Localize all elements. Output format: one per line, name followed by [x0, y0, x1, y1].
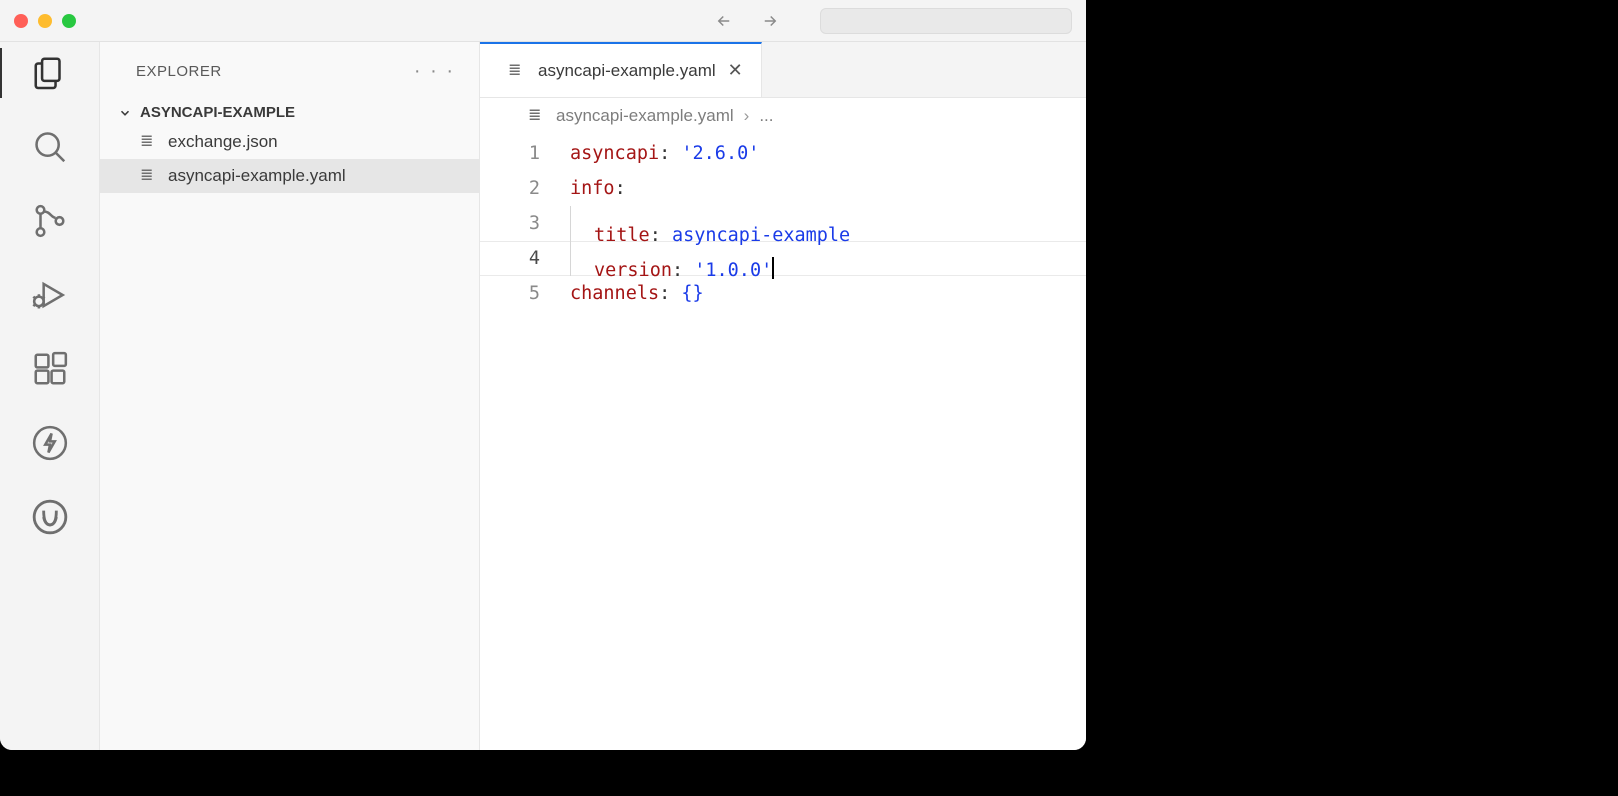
folder-root-label: ASYNCAPI-EXAMPLE	[140, 104, 295, 121]
line-number: 1	[480, 136, 570, 171]
chevron-down-icon	[118, 106, 132, 120]
code-line: 1 asyncapi: '2.6.0'	[480, 136, 1086, 171]
line-number: 4	[480, 241, 570, 276]
file-icon: ≣	[528, 108, 546, 124]
code-line: 5 channels: {}	[480, 276, 1086, 311]
tab-asyncapi-example[interactable]: ≣ asyncapi-example.yaml ✕	[480, 42, 762, 97]
titlebar	[0, 0, 1086, 42]
breadcrumb-more: ...	[759, 106, 773, 126]
explorer-title: EXPLORER	[136, 63, 222, 80]
nav-back-icon[interactable]	[715, 12, 733, 30]
breadcrumb[interactable]: ≣ asyncapi-example.yaml › ...	[480, 98, 1086, 134]
code-line: 3 title: asyncapi-example	[480, 206, 1086, 241]
code-line: 2 info:	[480, 171, 1086, 206]
window-controls	[14, 14, 76, 28]
line-number: 5	[480, 276, 570, 311]
lightning-icon[interactable]	[31, 424, 69, 462]
file-label: exchange.json	[168, 132, 278, 152]
run-debug-icon[interactable]	[31, 276, 69, 314]
chevron-right-icon: ›	[744, 106, 750, 126]
code-editor[interactable]: 1 asyncapi: '2.6.0' 2 info: 3 title: asy…	[480, 134, 1086, 750]
explorer-more-icon[interactable]: · · ·	[414, 60, 455, 83]
mulesoft-icon[interactable]	[31, 498, 69, 536]
maximize-window-button[interactable]	[62, 14, 76, 28]
close-icon[interactable]: ✕	[728, 60, 743, 81]
file-exchange-json[interactable]: ≣ exchange.json	[100, 125, 479, 159]
code-line-current: 4 version: '1.0.0'	[480, 241, 1086, 276]
line-number: 3	[480, 206, 570, 241]
app-window: EXPLORER · · · ASYNCAPI-EXAMPLE ≣ exchan…	[0, 0, 1086, 750]
file-asyncapi-example-yaml[interactable]: ≣ asyncapi-example.yaml	[100, 159, 479, 193]
editor-tabs: ≣ asyncapi-example.yaml ✕	[480, 42, 1086, 98]
activity-bar	[0, 42, 100, 750]
line-number: 2	[480, 171, 570, 206]
file-icon: ≣	[508, 63, 526, 79]
breadcrumb-file: asyncapi-example.yaml	[556, 106, 734, 126]
minimize-window-button[interactable]	[38, 14, 52, 28]
close-window-button[interactable]	[14, 14, 28, 28]
source-control-icon[interactable]	[31, 202, 69, 240]
explorer-panel: EXPLORER · · · ASYNCAPI-EXAMPLE ≣ exchan…	[100, 42, 480, 750]
explorer-icon[interactable]	[31, 54, 69, 92]
nav-group	[715, 12, 779, 30]
editor-area: ≣ asyncapi-example.yaml ✕ ≣ asyncapi-exa…	[480, 42, 1086, 750]
file-label: asyncapi-example.yaml	[168, 166, 346, 186]
file-icon: ≣	[140, 168, 158, 184]
command-center[interactable]	[820, 8, 1072, 34]
file-icon: ≣	[140, 134, 158, 150]
workbench: EXPLORER · · · ASYNCAPI-EXAMPLE ≣ exchan…	[0, 42, 1086, 750]
folder-root[interactable]: ASYNCAPI-EXAMPLE	[100, 100, 479, 125]
tab-label: asyncapi-example.yaml	[538, 61, 716, 81]
search-icon[interactable]	[31, 128, 69, 166]
explorer-header: EXPLORER · · ·	[100, 42, 479, 100]
nav-forward-icon[interactable]	[761, 12, 779, 30]
extensions-icon[interactable]	[31, 350, 69, 388]
